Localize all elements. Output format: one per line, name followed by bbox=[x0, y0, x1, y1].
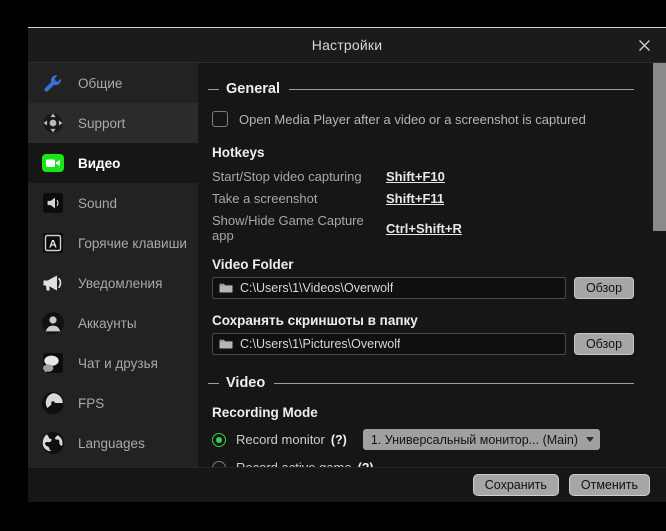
close-glyph bbox=[638, 39, 650, 51]
section-dash bbox=[208, 88, 219, 90]
screenshot-folder-row: C:\Users\1\Pictures\Overwolf Обзор bbox=[212, 333, 634, 355]
video-folder-input[interactable]: C:\Users\1\Videos\Overwolf bbox=[212, 277, 566, 299]
record-monitor-radio[interactable] bbox=[212, 432, 226, 447]
video-folder-row: C:\Users\1\Videos\Overwolf Обзор bbox=[212, 277, 634, 299]
sidebar-item-hotkeys[interactable]: A Горячие клавиши bbox=[28, 223, 198, 263]
screenshot-folder-input[interactable]: C:\Users\1\Pictures\Overwolf bbox=[212, 333, 566, 355]
sidebar-item-general[interactable]: Общие bbox=[28, 63, 198, 103]
hotkey-row-screenshot: Take a screenshot Shift+F11 bbox=[212, 191, 634, 206]
section-rule bbox=[289, 88, 634, 90]
content-scrollbar-thumb[interactable] bbox=[653, 63, 666, 231]
sidebar-item-label: Горячие клавиши bbox=[78, 235, 187, 251]
megaphone-icon bbox=[40, 270, 66, 296]
hotkey-label: Take a screenshot bbox=[212, 191, 318, 206]
record-monitor-row: Record monitor (?) 1. Универсальный мони… bbox=[212, 429, 634, 450]
settings-content: General Open Media Player after a video … bbox=[198, 63, 652, 467]
screenshot-folder-browse-button[interactable]: Обзор bbox=[574, 333, 634, 355]
section-header-general: General bbox=[208, 81, 634, 97]
hotkey-binding[interactable]: Shift+F10 bbox=[386, 169, 445, 184]
close-icon[interactable] bbox=[630, 32, 658, 58]
support-ring-icon bbox=[40, 110, 66, 136]
sidebar-item-label: Support bbox=[78, 115, 126, 131]
record-monitor-label: Record monitor bbox=[236, 432, 325, 447]
sidebar-item-label: Sound bbox=[78, 195, 118, 211]
video-folder-label: Video Folder bbox=[212, 257, 294, 272]
hotkeys-title: Hotkeys bbox=[212, 145, 265, 160]
wrench-icon bbox=[40, 70, 66, 96]
sidebar-item-fps[interactable]: FPS bbox=[28, 383, 198, 423]
section-rule bbox=[274, 382, 634, 384]
save-button[interactable]: Сохранить bbox=[472, 474, 559, 496]
sidebar: Общие Support Видео Sound A Горячие клав… bbox=[28, 63, 198, 467]
settings-window: Настройки Общие Support Видео Sound A Го… bbox=[28, 28, 666, 502]
chevron-down-icon bbox=[586, 437, 594, 442]
sidebar-item-label: Чат и друзья bbox=[78, 355, 158, 371]
title-bar[interactable]: Настройки bbox=[28, 28, 666, 63]
sidebar-item-notifications[interactable]: Уведомления bbox=[28, 263, 198, 303]
monitor-select-value: 1. Универсальный монитор... (Main) bbox=[370, 432, 578, 447]
speedometer-icon bbox=[40, 390, 66, 416]
section-dash bbox=[208, 382, 219, 384]
sidebar-item-label: Общие bbox=[78, 75, 123, 91]
section-header-video: Video bbox=[208, 375, 634, 391]
hotkey-row-show-hide: Show/Hide Game Capture app Ctrl+Shift+R bbox=[212, 213, 634, 243]
speaker-icon bbox=[40, 190, 66, 216]
record-active-game-row: Record active game (?) bbox=[212, 460, 634, 467]
settings-content-pane: General Open Media Player after a video … bbox=[198, 63, 666, 467]
sidebar-item-label: Видео bbox=[78, 155, 121, 171]
sidebar-item-label: Уведомления bbox=[78, 275, 163, 291]
sidebar-item-label: FPS bbox=[78, 395, 105, 411]
svg-text:A: A bbox=[49, 239, 57, 251]
window-title: Настройки bbox=[311, 37, 383, 53]
screenshot-folder-label: Сохранять скриншоты в папку bbox=[212, 313, 418, 328]
open-media-player-label: Open Media Player after a video or a scr… bbox=[239, 111, 586, 127]
monitor-select[interactable]: 1. Универсальный монитор... (Main) bbox=[362, 429, 600, 450]
sidebar-item-languages[interactable]: Languages bbox=[28, 423, 198, 463]
cancel-button[interactable]: Отменить bbox=[568, 474, 650, 496]
globe-icon bbox=[40, 430, 66, 456]
section-title: Video bbox=[226, 375, 266, 391]
sidebar-item-label: Languages bbox=[78, 435, 145, 451]
hotkey-binding[interactable]: Ctrl+Shift+R bbox=[386, 221, 462, 236]
folder-icon bbox=[219, 338, 233, 350]
dialog-footer: Сохранить Отменить bbox=[28, 467, 666, 502]
chat-bubbles-icon bbox=[40, 350, 66, 376]
sidebar-item-support[interactable]: Support bbox=[28, 103, 198, 143]
record-monitor-help-icon[interactable]: (?) bbox=[331, 433, 347, 447]
keyboard-key-a-icon: A bbox=[40, 230, 66, 256]
folder-icon bbox=[219, 282, 233, 294]
hotkey-label: Start/Stop video capturing bbox=[212, 169, 362, 184]
screenshot-folder-value: C:\Users\1\Pictures\Overwolf bbox=[240, 337, 401, 351]
sidebar-item-sound[interactable]: Sound bbox=[28, 183, 198, 223]
video-camera-icon bbox=[40, 150, 66, 176]
sidebar-item-accounts[interactable]: Аккаунты bbox=[28, 303, 198, 343]
video-folder-browse-button[interactable]: Обзор bbox=[574, 277, 634, 299]
recording-mode-title: Recording Mode bbox=[212, 405, 318, 420]
record-active-game-label: Record active game bbox=[236, 460, 352, 467]
sidebar-item-video[interactable]: Видео bbox=[28, 143, 198, 183]
video-folder-value: C:\Users\1\Videos\Overwolf bbox=[240, 281, 394, 295]
open-media-player-row[interactable]: Open Media Player after a video or a scr… bbox=[212, 111, 634, 127]
content-scrollbar-track[interactable] bbox=[653, 63, 666, 467]
hotkey-binding[interactable]: Shift+F11 bbox=[386, 191, 444, 206]
user-avatar-icon bbox=[40, 310, 66, 336]
hotkey-label: Show/Hide Game Capture app bbox=[212, 213, 364, 243]
sidebar-item-chat-and-friends[interactable]: Чат и друзья bbox=[28, 343, 198, 383]
open-media-player-checkbox[interactable] bbox=[212, 111, 228, 127]
hotkey-row-start-stop: Start/Stop video capturing Shift+F10 bbox=[212, 169, 634, 184]
window-body: Общие Support Видео Sound A Горячие клав… bbox=[28, 63, 666, 467]
section-title: General bbox=[226, 81, 280, 97]
sidebar-item-label: Аккаунты bbox=[78, 315, 137, 331]
